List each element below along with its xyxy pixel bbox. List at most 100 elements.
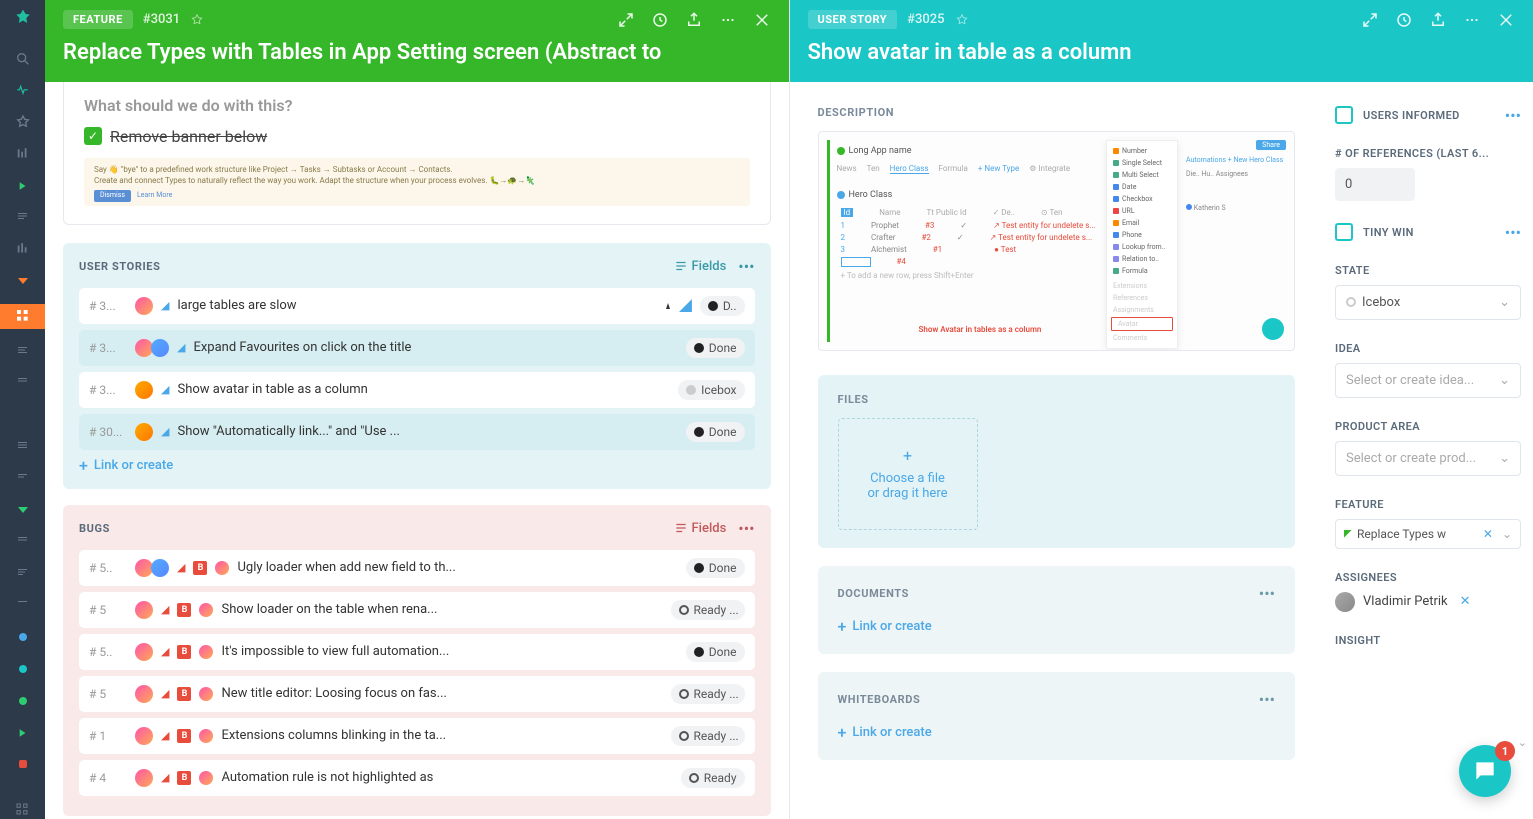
close-icon[interactable]	[1497, 11, 1515, 29]
files-section: FILES + Choose a file or drag it here	[818, 375, 1296, 548]
more-icon[interactable]	[1463, 11, 1481, 29]
play-icon[interactable]	[13, 177, 33, 195]
bug-badge-icon: B	[177, 729, 191, 743]
state-select[interactable]: Icebox ⌄	[1335, 285, 1521, 320]
chevron-down-icon[interactable]: ⌄	[1518, 736, 1527, 749]
app-logo-icon[interactable]	[12, 8, 34, 28]
whiteboards-section: WHITEBOARDS ••• +Link or create	[818, 672, 1296, 760]
effort-icon: ◢	[161, 771, 169, 784]
list7-icon[interactable]	[13, 565, 33, 583]
bug-item[interactable]: # 5 ◢ B New title editor: Loosing focus …	[79, 676, 755, 712]
history-icon[interactable]	[651, 11, 669, 29]
star-icon[interactable]	[190, 13, 204, 27]
status-pill: Done	[686, 338, 745, 358]
idea-label: IDEA	[1335, 342, 1521, 355]
triangle-right-icon[interactable]	[13, 406, 33, 424]
history-icon[interactable]	[1395, 11, 1413, 29]
chevron-down-icon: ⌄	[1499, 451, 1510, 466]
link-or-create-button[interactable]: +Link or create	[79, 456, 755, 475]
story-item[interactable]: # 3... ◢ large tables are slow D..	[79, 288, 755, 324]
field-more-icon[interactable]: •••	[1505, 223, 1521, 242]
list3-icon[interactable]	[13, 375, 33, 393]
more-icon[interactable]	[719, 11, 737, 29]
file-drop-zone[interactable]: + Choose a file or drag it here	[838, 418, 978, 530]
effort-icon: ◢	[161, 299, 169, 312]
avatar-icon	[151, 559, 169, 577]
story-item[interactable]: # 30... ◢ Show "Automatically link..." a…	[79, 414, 755, 450]
assignee-chip[interactable]: Vladimir Petrik ✕	[1335, 592, 1521, 612]
bug-item[interactable]: # 5.. ◢ B It's impossible to view full a…	[79, 634, 755, 670]
grid-icon[interactable]	[0, 304, 45, 329]
bars-icon[interactable]	[13, 145, 33, 163]
documents-label: DOCUMENTS	[838, 587, 910, 600]
share-icon[interactable]	[1429, 11, 1447, 29]
effort-icon: ◢	[161, 383, 169, 396]
section-more-icon[interactable]: •••	[738, 257, 754, 276]
link-or-create-button[interactable]: +Link or create	[838, 723, 1276, 742]
section-more-icon[interactable]: •••	[1259, 690, 1275, 709]
dot-red-icon[interactable]	[13, 756, 33, 774]
play2-icon[interactable]	[13, 724, 33, 742]
status-pill: Done	[686, 642, 745, 662]
apps-icon[interactable]	[13, 801, 33, 819]
list8-icon[interactable]	[13, 597, 33, 615]
triangle-down-green-icon[interactable]	[13, 502, 33, 520]
close-icon[interactable]	[753, 11, 771, 29]
bug-item[interactable]: # 5 ◢ B Show loader on the table when re…	[79, 592, 755, 628]
bug-item[interactable]: # 5.. ◢ B Ugly loader when add new field…	[79, 550, 755, 586]
expand-icon[interactable]	[617, 11, 635, 29]
list6-icon[interactable]	[13, 533, 33, 551]
fields-button[interactable]: Fields	[674, 521, 727, 536]
bug-item[interactable]: # 4 ◢ B Automation rule is not highlight…	[79, 760, 755, 796]
assignees-label: ASSIGNEES	[1335, 571, 1521, 584]
triangle-down-icon[interactable]	[13, 272, 33, 290]
bug-item[interactable]: # 1 ◢ B Extensions columns blinking in t…	[79, 718, 755, 754]
expand-icon[interactable]	[1361, 11, 1379, 29]
bug-badge-icon: B	[177, 771, 191, 785]
intercom-button[interactable]: 1	[1459, 745, 1511, 797]
avatar-icon	[199, 645, 213, 659]
avatar-icon	[135, 643, 153, 661]
story-title: Show avatar in table as a column	[808, 39, 1516, 68]
bars2-icon[interactable]	[13, 241, 33, 259]
story-item[interactable]: # 3... ◢ Expand Favourites on click on t…	[79, 330, 755, 366]
star-icon[interactable]	[955, 13, 969, 27]
effort-icon: ◢	[177, 341, 185, 354]
description-screenshot[interactable]: Long App name News Ten Hero Class Formul…	[818, 131, 1296, 351]
list-icon[interactable]	[13, 209, 33, 227]
story-item[interactable]: # 3... ◢ Show avatar in table as a colum…	[79, 372, 755, 408]
story-id: #3025	[907, 12, 944, 27]
feature-title: Replace Types with Tables in App Setting…	[63, 39, 771, 68]
user-stories-section: USER STORIES Fields ••• # 3... ◢ large t…	[63, 243, 771, 489]
status-pill: Icebox	[678, 380, 744, 400]
idea-select[interactable]: Select or create idea... ⌄	[1335, 363, 1521, 398]
dot-teal-icon[interactable]	[13, 660, 33, 678]
section-more-icon[interactable]: •••	[1259, 584, 1275, 603]
checklist-item[interactable]: ✓ Remove banner below	[84, 127, 750, 146]
link-or-create-button[interactable]: +Link or create	[838, 617, 1276, 636]
avatar-icon	[199, 729, 213, 743]
star-icon[interactable]	[13, 114, 33, 132]
list4-icon[interactable]	[13, 438, 33, 456]
feature-chip[interactable]: Replace Types w ✕ ⌄	[1335, 519, 1521, 549]
users-informed-checkbox[interactable]	[1335, 106, 1353, 124]
pulse-icon[interactable]	[13, 82, 33, 100]
tiny-win-checkbox[interactable]	[1335, 223, 1353, 241]
list2-icon[interactable]	[13, 343, 33, 361]
story-tag: USER STORY	[808, 10, 898, 29]
avatar-icon	[215, 561, 229, 575]
field-more-icon[interactable]: •••	[1505, 106, 1521, 125]
search-icon[interactable]	[13, 50, 33, 68]
fields-button[interactable]: Fields	[674, 259, 727, 274]
product-area-select[interactable]: Select or create prod... ⌄	[1335, 441, 1521, 476]
dot-blue-icon[interactable]	[13, 629, 33, 647]
effort-icon: ◢	[177, 561, 185, 574]
avatar-icon	[135, 423, 153, 441]
remove-icon[interactable]: ✕	[1460, 594, 1471, 609]
dot-green-icon[interactable]	[13, 692, 33, 710]
avatar-icon	[135, 601, 153, 619]
remove-icon[interactable]: ✕	[1483, 527, 1493, 541]
share-icon[interactable]	[685, 11, 703, 29]
list5-icon[interactable]	[13, 470, 33, 488]
section-more-icon[interactable]: •••	[738, 519, 754, 538]
